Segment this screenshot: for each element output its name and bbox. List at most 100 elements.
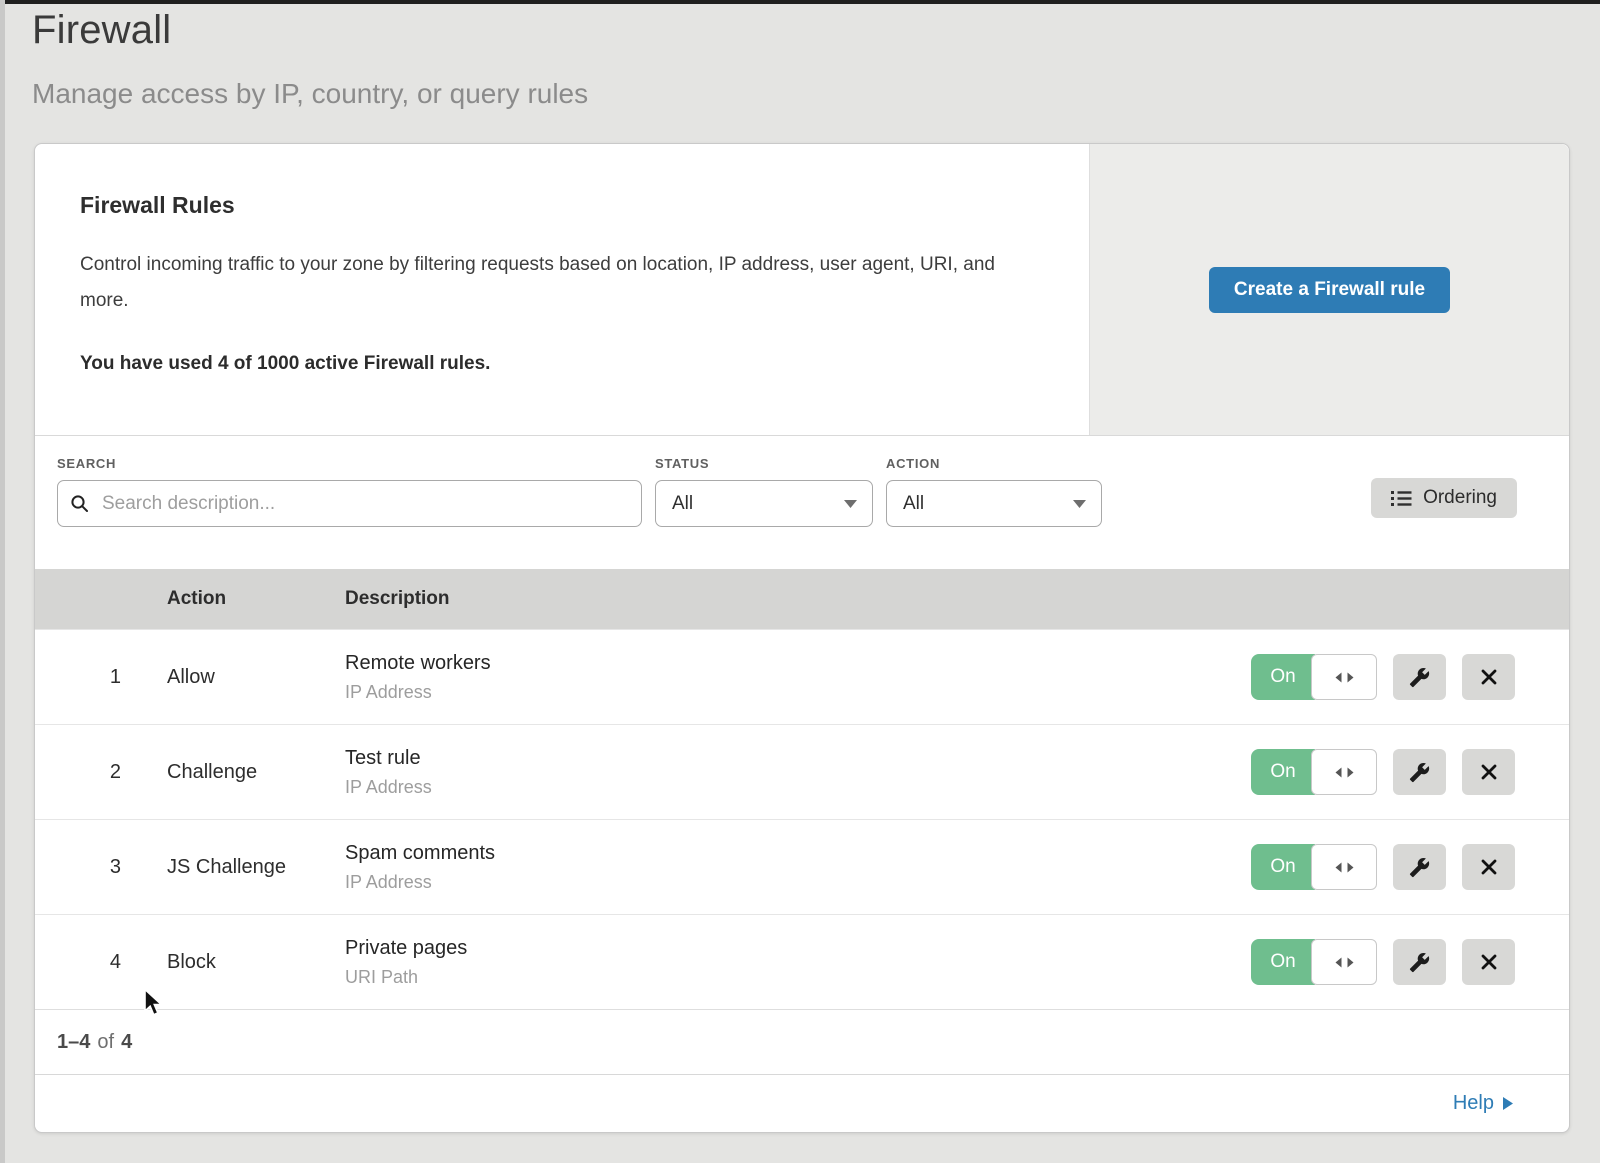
caret-right-icon xyxy=(1503,1097,1513,1110)
wrench-icon xyxy=(1409,667,1430,688)
left-right-arrows-icon xyxy=(1335,767,1354,778)
toggle-on-label: On xyxy=(1251,749,1315,795)
left-right-arrows-icon xyxy=(1335,862,1354,873)
row-description-cell: Private pages URI Path xyxy=(345,937,1239,988)
edit-rule-button[interactable] xyxy=(1393,939,1446,985)
pagination-of-label: of xyxy=(97,1031,114,1054)
toggle-handle[interactable] xyxy=(1311,654,1377,700)
close-icon xyxy=(1480,953,1498,971)
status-label: STATUS xyxy=(655,456,873,471)
delete-rule-button[interactable] xyxy=(1462,654,1515,700)
row-description: Spam comments xyxy=(345,842,1239,865)
toggle-on-label: On xyxy=(1251,654,1315,700)
table-header: Action Description xyxy=(35,569,1569,629)
left-right-arrows-icon xyxy=(1335,957,1354,968)
row-priority: 3 xyxy=(35,856,167,879)
pagination: 1–4 of 4 xyxy=(35,1009,1569,1074)
action-select-value: All xyxy=(903,493,924,515)
create-firewall-rule-button[interactable]: Create a Firewall rule xyxy=(1209,267,1450,313)
row-description: Test rule xyxy=(345,747,1239,770)
help-link-label: Help xyxy=(1453,1092,1494,1115)
card-footer: Help xyxy=(35,1074,1569,1132)
search-icon xyxy=(70,494,89,513)
row-controls: On xyxy=(1239,749,1569,795)
help-link[interactable]: Help xyxy=(1453,1092,1513,1115)
wrench-icon xyxy=(1409,762,1430,783)
search-filter-group: SEARCH xyxy=(57,456,642,569)
row-priority: 4 xyxy=(35,951,167,974)
row-match-type: URI Path xyxy=(345,967,1239,988)
row-description: Remote workers xyxy=(345,652,1239,675)
edit-rule-button[interactable] xyxy=(1393,844,1446,890)
row-match-type: IP Address xyxy=(345,872,1239,893)
row-action: JS Challenge xyxy=(167,856,345,879)
ordering-button-label: Ordering xyxy=(1423,487,1497,509)
action-label: ACTION xyxy=(886,456,1102,471)
row-description-cell: Spam comments IP Address xyxy=(345,842,1239,893)
row-controls: On xyxy=(1239,939,1569,985)
close-icon xyxy=(1480,668,1498,686)
card-title: Firewall Rules xyxy=(80,192,1043,219)
action-select[interactable]: All xyxy=(886,480,1102,527)
column-action: Action xyxy=(167,588,345,610)
page-title: Firewall xyxy=(32,8,171,53)
search-input[interactable] xyxy=(57,480,642,527)
table-row: 1 Allow Remote workers IP Address On xyxy=(35,629,1569,724)
delete-rule-button[interactable] xyxy=(1462,749,1515,795)
card-description: Control incoming traffic to your zone by… xyxy=(80,247,1030,319)
row-action: Allow xyxy=(167,666,345,689)
wrench-icon xyxy=(1409,857,1430,878)
row-action: Block xyxy=(167,951,345,974)
page-subtitle: Manage access by IP, country, or query r… xyxy=(32,78,588,110)
row-match-type: IP Address xyxy=(345,682,1239,703)
delete-rule-button[interactable] xyxy=(1462,939,1515,985)
toggle-handle[interactable] xyxy=(1311,749,1377,795)
enable-toggle[interactable]: On xyxy=(1251,654,1377,700)
status-filter-group: STATUS All xyxy=(655,456,873,569)
edit-rule-button[interactable] xyxy=(1393,654,1446,700)
list-icon xyxy=(1391,490,1412,507)
rules-intro-text: Firewall Rules Control incoming traffic … xyxy=(35,144,1089,435)
chevron-down-icon xyxy=(844,500,857,508)
toggle-handle[interactable] xyxy=(1311,844,1377,890)
ordering-button[interactable]: Ordering xyxy=(1371,478,1517,518)
toggle-on-label: On xyxy=(1251,844,1315,890)
ordering-wrap: Ordering xyxy=(1371,456,1517,569)
enable-toggle[interactable]: On xyxy=(1251,844,1377,890)
row-description-cell: Remote workers IP Address xyxy=(345,652,1239,703)
row-controls: On xyxy=(1239,844,1569,890)
window-left-edge xyxy=(0,0,5,1163)
row-priority: 2 xyxy=(35,761,167,784)
toggle-on-label: On xyxy=(1251,939,1315,985)
firewall-rules-card: Firewall Rules Control incoming traffic … xyxy=(34,143,1570,1133)
filter-bar: SEARCH STATUS All ACTION xyxy=(35,436,1569,569)
row-priority: 1 xyxy=(35,666,167,689)
left-right-arrows-icon xyxy=(1335,672,1354,683)
edit-rule-button[interactable] xyxy=(1393,749,1446,795)
enable-toggle[interactable]: On xyxy=(1251,749,1377,795)
firewall-page: Firewall Manage access by IP, country, o… xyxy=(0,0,1600,1163)
row-action: Challenge xyxy=(167,761,345,784)
chevron-down-icon xyxy=(1073,500,1086,508)
toggle-handle[interactable] xyxy=(1311,939,1377,985)
enable-toggle[interactable]: On xyxy=(1251,939,1377,985)
create-rule-panel: Create a Firewall rule xyxy=(1089,144,1569,435)
search-label: SEARCH xyxy=(57,456,642,471)
pagination-range: 1–4 xyxy=(57,1031,90,1054)
table-row: 2 Challenge Test rule IP Address On xyxy=(35,724,1569,819)
close-icon xyxy=(1480,763,1498,781)
row-controls: On xyxy=(1239,654,1569,700)
rules-intro-section: Firewall Rules Control incoming traffic … xyxy=(35,144,1569,436)
table-row: 3 JS Challenge Spam comments IP Address … xyxy=(35,819,1569,914)
status-select[interactable]: All xyxy=(655,480,873,527)
table-row: 4 Block Private pages URI Path On xyxy=(35,914,1569,1009)
delete-rule-button[interactable] xyxy=(1462,844,1515,890)
action-filter-group: ACTION All xyxy=(886,456,1102,569)
row-description: Private pages xyxy=(345,937,1239,960)
usage-text: You have used 4 of 1000 active Firewall … xyxy=(80,353,1043,375)
status-select-value: All xyxy=(672,493,693,515)
wrench-icon xyxy=(1409,952,1430,973)
row-match-type: IP Address xyxy=(345,777,1239,798)
pagination-total: 4 xyxy=(121,1031,132,1054)
close-icon xyxy=(1480,858,1498,876)
